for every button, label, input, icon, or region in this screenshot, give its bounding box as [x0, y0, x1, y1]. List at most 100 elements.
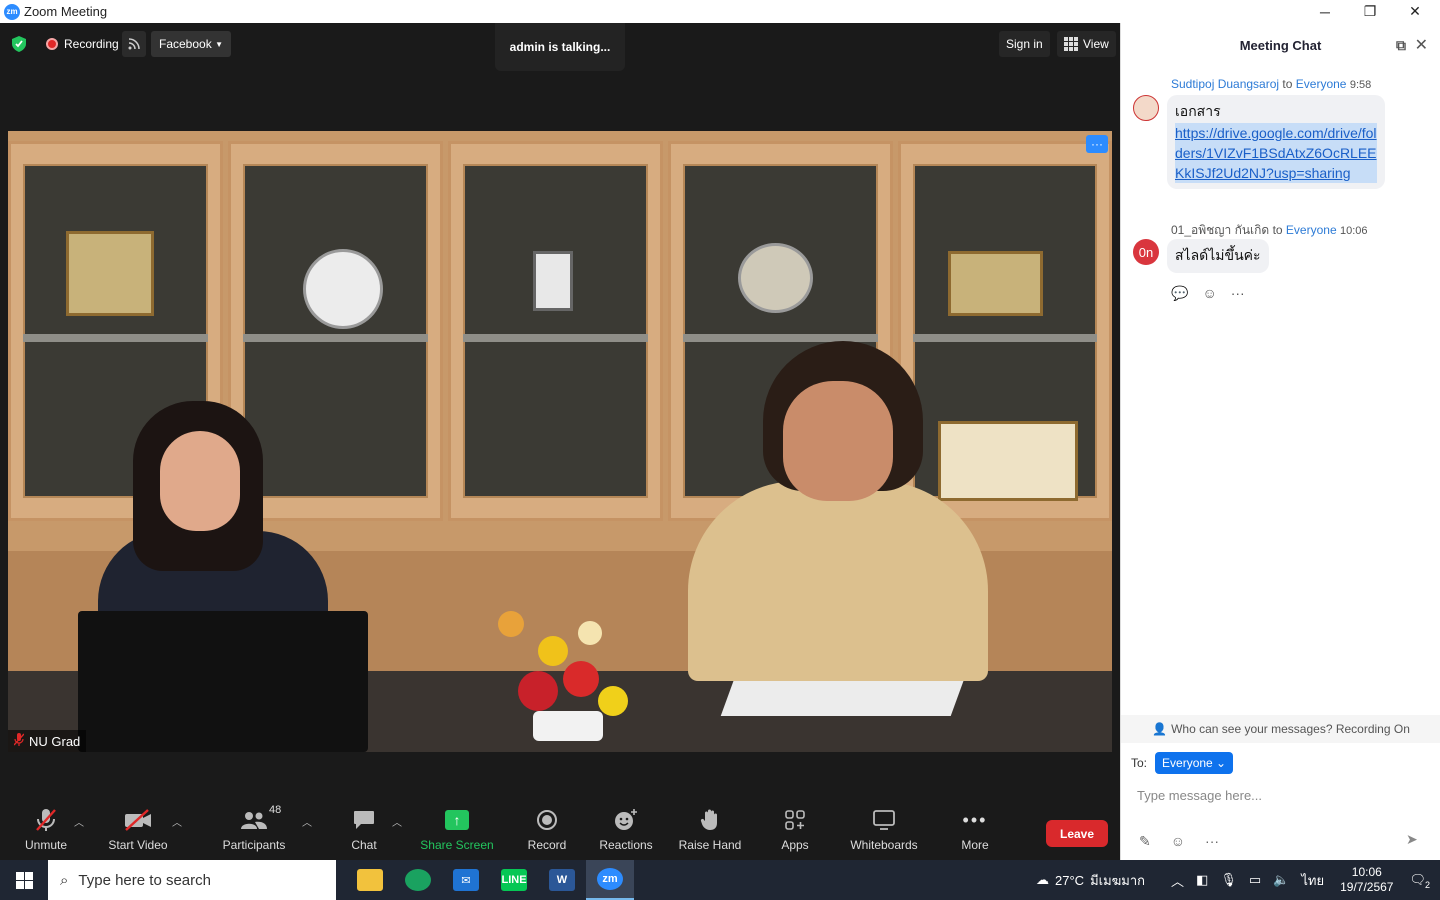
decorative-plate-image [303, 249, 383, 329]
recording-indicator[interactable]: Recording [40, 31, 125, 57]
grid-icon [1064, 37, 1078, 51]
zoom-app[interactable]: zm [586, 860, 634, 900]
reply-icon[interactable]: 💬 [1171, 285, 1188, 302]
message-text: สไลด์ไม่ขึ้นค่ะ [1175, 247, 1261, 263]
encryption-shield-icon[interactable] [12, 31, 28, 57]
more-dots-icon[interactable]: ··· [1231, 285, 1245, 302]
sign-in-button[interactable]: Sign in [999, 31, 1050, 57]
meeting-area: Recording Facebook ▼ admin is talking...… [0, 23, 1120, 860]
minimize-button[interactable]: ─ [1302, 0, 1348, 23]
live-stream-dropdown[interactable]: Facebook ▼ [151, 31, 231, 57]
more-dots-icon[interactable]: ··· [1205, 833, 1219, 850]
start-button[interactable] [0, 860, 48, 900]
cloud-icon: ☁ [1036, 872, 1050, 887]
weather-widget[interactable]: ☁ 27°C มีเมฆมาก [1036, 870, 1145, 891]
taskbar-search[interactable]: ⌕ Type here to search [48, 860, 336, 900]
camera-off-icon[interactable]: ◧ [1196, 872, 1208, 888]
mail-app[interactable]: ✉ [442, 860, 490, 900]
participant-name: NU Grad [29, 733, 81, 749]
add-reaction-icon[interactable]: ☺ [1202, 285, 1216, 302]
participant-person-right [688, 341, 988, 681]
share-screen-button[interactable]: ↑ Share Screen [420, 806, 494, 852]
file-explorer-app[interactable] [346, 860, 394, 900]
raise-hand-button[interactable]: Raise Hand [678, 806, 742, 852]
recipient-select[interactable]: Everyone ⌄ [1155, 752, 1234, 774]
visibility-note[interactable]: 👤 Who can see your messages? Recording O… [1121, 715, 1440, 743]
edge-app[interactable] [394, 860, 442, 900]
audio-options-caret-icon[interactable]: ︿ [74, 814, 84, 829]
caret-down-icon: ▼ [215, 39, 223, 49]
system-tray: ☁ 27°C มีเมฆมาก ︿ ◧ 🎙 ▭ 🔈 ไทย 10:06 19/7… [1036, 860, 1440, 900]
more-button[interactable]: ••• More [958, 806, 992, 853]
restore-button[interactable]: ❐ [1347, 0, 1393, 23]
recipient-name: Everyone [1295, 77, 1347, 91]
clock-image [533, 251, 573, 311]
whiteboards-button[interactable]: Whiteboards [848, 806, 920, 852]
start-video-button[interactable]: Start Video [106, 806, 170, 852]
notification-icon[interactable]: 🗨 2 [1409, 872, 1430, 890]
papers-image [720, 676, 966, 716]
popout-icon[interactable]: ⧉ [1396, 37, 1406, 54]
close-chat-icon[interactable]: ✕ [1415, 35, 1428, 55]
chat-button[interactable]: Chat [346, 806, 382, 852]
view-label: View [1083, 37, 1109, 51]
chat-header: Meeting Chat ⧉ ✕ [1121, 23, 1440, 67]
participants-options-caret-icon[interactable]: ︿ [302, 814, 312, 829]
sender-name[interactable]: 01_อพิชญา กันเกิด [1171, 223, 1269, 237]
message-time: 10:06 [1339, 225, 1368, 237]
message-bubble: สไลด์ไม่ขึ้นค่ะ [1167, 239, 1269, 273]
message-input[interactable] [1137, 785, 1427, 805]
flower-arrangement-image [478, 551, 678, 741]
participants-label: Participants [222, 838, 286, 852]
language-indicator[interactable]: ไทย [1301, 870, 1324, 891]
chevron-up-icon[interactable]: ︿ [1171, 871, 1184, 890]
clock-time: 10:06 [1351, 865, 1382, 879]
send-icon[interactable]: ➤ [1406, 831, 1428, 851]
volume-icon[interactable]: 🔈 [1273, 872, 1289, 888]
participants-button[interactable]: 48 Participants [220, 804, 288, 852]
microphone-icon[interactable]: 🎙 [1220, 872, 1237, 888]
view-button[interactable]: View [1057, 31, 1116, 57]
apps-button[interactable]: Apps [778, 806, 812, 852]
weather-desc: มีเมฆมาก [1090, 872, 1146, 888]
chat-options-caret-icon[interactable]: ︿ [392, 814, 402, 829]
chat-bubble-icon [353, 806, 375, 834]
video-more-options-button[interactable]: ··· [1086, 135, 1108, 153]
stream-label: Facebook [159, 37, 212, 51]
live-stream-icon[interactable] [122, 31, 146, 57]
reactions-button[interactable]: Reactions [598, 806, 654, 852]
video-options-caret-icon[interactable]: ︿ [172, 814, 182, 829]
search-placeholder: Type here to search [78, 871, 211, 889]
leave-button[interactable]: Leave [1046, 820, 1108, 847]
record-icon [536, 806, 558, 834]
message-actions: 💬 ☺ ··· [1171, 285, 1245, 302]
sender-name[interactable]: Sudtipoj Duangsaroj [1171, 77, 1279, 91]
recipient-name: Everyone [1285, 223, 1337, 237]
active-speaker-banner: admin is talking... [495, 23, 625, 71]
whiteboards-label: Whiteboards [850, 838, 918, 852]
plaque-image [948, 251, 1043, 316]
message-text: เอกสาร [1175, 103, 1221, 119]
record-button[interactable]: Record [524, 806, 570, 852]
word-app[interactable]: W [538, 860, 586, 900]
medal-image [738, 243, 813, 313]
message-link[interactable]: https://drive.google.com/drive/folders/1… [1175, 123, 1377, 183]
share-screen-icon: ↑ [445, 806, 469, 834]
participant-video[interactable]: ··· NU Grad [8, 131, 1112, 752]
mic-muted-icon [35, 806, 57, 834]
window-title: Zoom Meeting [24, 4, 108, 19]
unmute-button[interactable]: Unmute [22, 806, 70, 852]
message-meta: 01_อพิชญา กันเกิด to Everyone 10:06 [1171, 223, 1368, 237]
more-dots-icon: ••• [962, 809, 988, 830]
cabinet [448, 141, 663, 521]
whiteboard-icon [873, 806, 895, 834]
line-app[interactable]: LINE [490, 860, 538, 900]
close-button[interactable]: ✕ [1392, 0, 1438, 23]
network-icon[interactable]: ▭ [1249, 872, 1261, 888]
emoji-icon[interactable]: ☺ [1171, 833, 1185, 850]
recording-dot-icon [46, 38, 58, 50]
video-off-icon [124, 806, 152, 834]
format-icon[interactable]: ✎ [1139, 833, 1151, 850]
zoom-app-icon: zm [4, 3, 20, 20]
clock[interactable]: 10:06 19/7/2567 [1340, 865, 1393, 895]
